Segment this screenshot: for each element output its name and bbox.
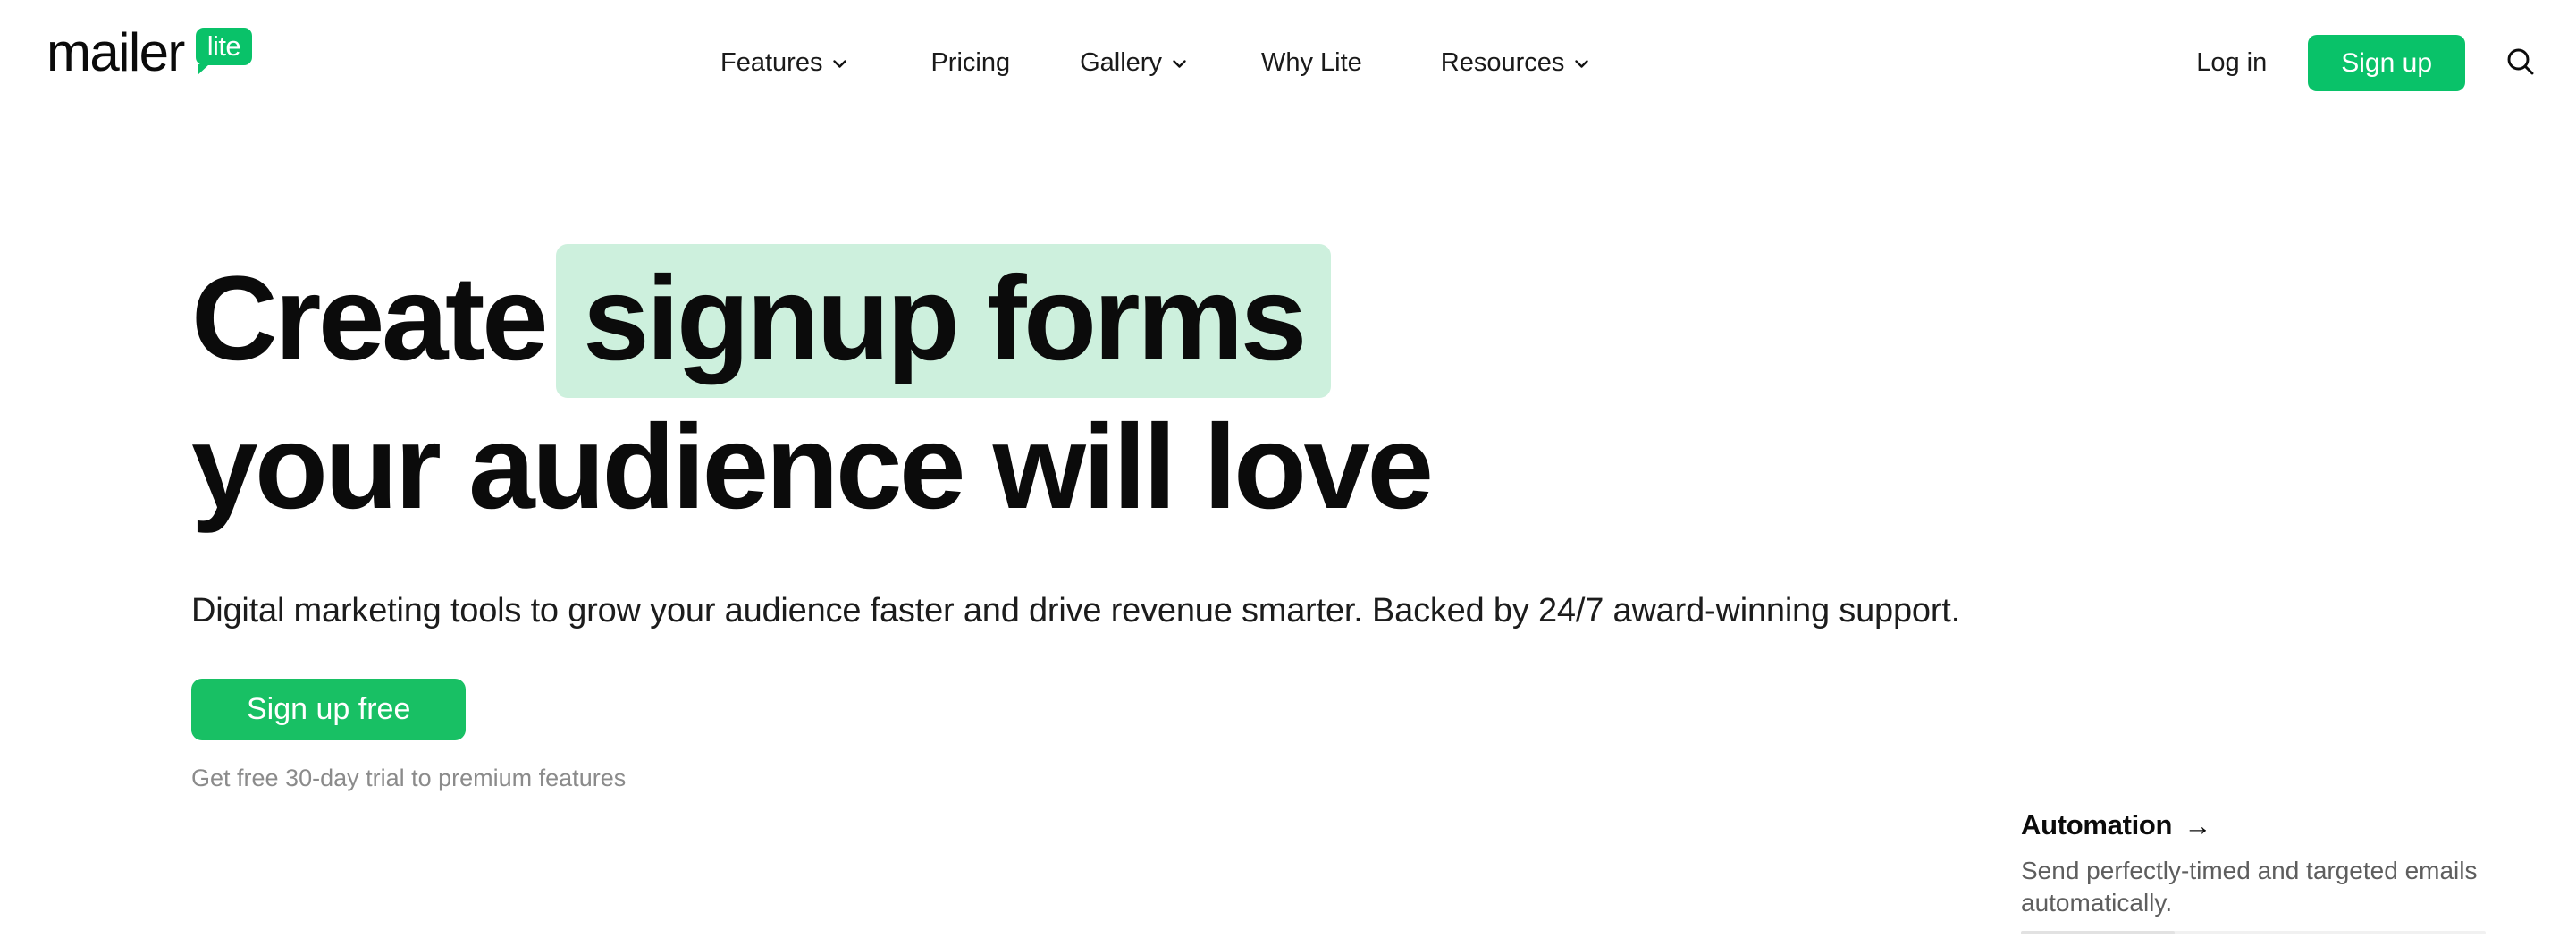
mailerlite-logo[interactable]: mailer lite (46, 22, 252, 82)
trial-note: Get free 30-day trial to premium feature… (191, 765, 627, 791)
feature-card-description: Send perfectly-timed and targeted emails… (2021, 857, 2478, 917)
chevron-down-icon (1574, 56, 1589, 72)
nav-item-label: Gallery (1080, 48, 1162, 77)
carousel-progress-track[interactable] (2021, 931, 2486, 934)
logo-wordmark: mailer (46, 22, 185, 82)
signup-button[interactable]: Sign up (2308, 35, 2465, 91)
nav-item-why-lite[interactable]: Why Lite (1261, 41, 1362, 85)
hero-subtitle: Digital marketing tools to grow your aud… (191, 592, 1960, 630)
search-icon (2504, 46, 2537, 80)
chevron-down-icon (832, 56, 847, 72)
logo-badge-text: lite (206, 30, 241, 62)
carousel-progress-fill (2021, 931, 2175, 934)
nav-item-gallery[interactable]: Gallery (1080, 41, 1187, 85)
nav-item-label: Pricing (930, 48, 1011, 77)
header-actions: Log in Sign up (2196, 0, 2576, 126)
page-title: Create signup forms your audience will lo… (191, 244, 1960, 537)
nav-item-pricing[interactable]: Pricing (930, 41, 1010, 85)
nav-item-label: Features (720, 48, 823, 77)
logo-bubble-icon: lite (195, 28, 252, 75)
login-link[interactable]: Log in (2196, 48, 2267, 78)
feature-card-automation[interactable]: Automation → Send perfectly-timed and ta… (2021, 809, 2486, 919)
chevron-down-icon (1172, 56, 1187, 72)
feature-card-title: Automation (2021, 809, 2173, 841)
nav-item-label: Why Lite (1260, 48, 1362, 77)
search-button[interactable] (2503, 46, 2538, 81)
hero-section: Create signup forms your audience will lo… (191, 244, 1960, 792)
primary-nav: Features Pricing Gallery Why Lite Resour… (720, 0, 1589, 126)
arrow-right-icon: → (2184, 809, 2211, 841)
hero-title-highlight: signup forms (556, 244, 1331, 398)
site-header: mailer lite Features Pricing Gallery Why… (0, 0, 2576, 126)
nav-item-features[interactable]: Features (720, 41, 847, 85)
feature-card-title-row[interactable]: Automation → (2021, 809, 2486, 841)
hero-title-part1: Create (191, 252, 549, 385)
nav-item-resources[interactable]: Resources (1441, 41, 1590, 85)
nav-item-label: Resources (1440, 48, 1565, 77)
page-root: mailer lite Features Pricing Gallery Why… (0, 0, 2576, 938)
signup-free-button[interactable]: Sign up free (191, 679, 467, 740)
hero-title-line2: your audience will love (191, 401, 1434, 534)
